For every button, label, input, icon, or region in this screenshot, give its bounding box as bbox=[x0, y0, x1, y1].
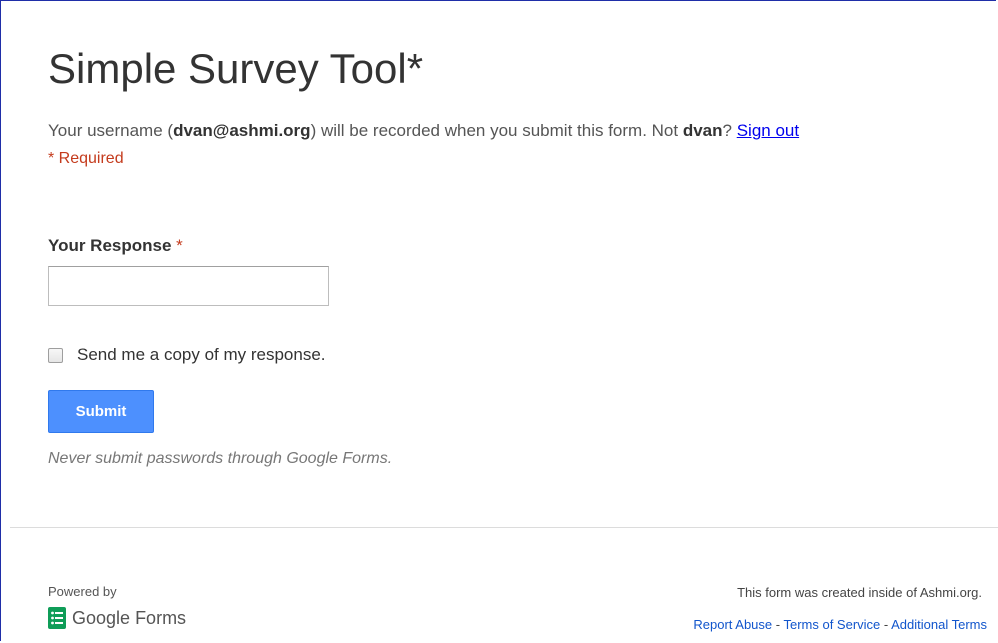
additional-terms-link[interactable]: Additional Terms bbox=[891, 617, 987, 632]
page-frame bbox=[0, 0, 996, 641]
report-abuse-link[interactable]: Report Abuse bbox=[693, 617, 772, 632]
google-forms-wordmark: Google Forms bbox=[72, 608, 186, 629]
send-copy-row[interactable]: Send me a copy of my response. bbox=[48, 345, 326, 365]
wordmark-google: Google bbox=[72, 607, 131, 628]
form-title: Simple Survey Tool* bbox=[48, 45, 424, 92]
username-middle: ) will be recorded when you submit this … bbox=[310, 121, 683, 140]
footer-divider bbox=[10, 527, 998, 528]
google-forms-icon bbox=[48, 607, 66, 629]
username-short: dvan bbox=[682, 121, 723, 140]
required-star: * bbox=[176, 236, 183, 255]
question-title: Your Response * bbox=[48, 236, 183, 256]
footer-separator: - bbox=[772, 617, 784, 632]
username-email: dvan@ashmi.org bbox=[173, 121, 311, 140]
required-note: * Required bbox=[48, 150, 124, 167]
wordmark-forms: Forms bbox=[135, 607, 187, 628]
password-warning: Never submit passwords through Google Fo… bbox=[48, 450, 393, 467]
google-forms-logo[interactable]: Google Forms bbox=[48, 607, 186, 629]
send-copy-checkbox[interactable] bbox=[48, 347, 63, 363]
question-label: Your Response bbox=[48, 236, 172, 255]
username-notice: Your username (dvan@ashmi.org) will be r… bbox=[48, 121, 799, 141]
powered-by-label: Powered by bbox=[48, 584, 117, 599]
username-prefix: Your username ( bbox=[48, 121, 174, 140]
submit-button[interactable]: Submit bbox=[48, 390, 154, 433]
send-copy-label[interactable]: Send me a copy of my response. bbox=[77, 345, 326, 365]
created-note: This form was created inside of Ashmi.or… bbox=[737, 585, 982, 600]
response-input[interactable] bbox=[48, 266, 329, 306]
terms-of-service-link[interactable]: Terms of Service bbox=[783, 617, 880, 632]
sign-out-link[interactable]: Sign out bbox=[737, 121, 799, 140]
footer-links: Report Abuse - Terms of Service - Additi… bbox=[693, 617, 987, 632]
username-qmark: ? bbox=[722, 121, 737, 140]
footer-separator: - bbox=[880, 617, 892, 632]
